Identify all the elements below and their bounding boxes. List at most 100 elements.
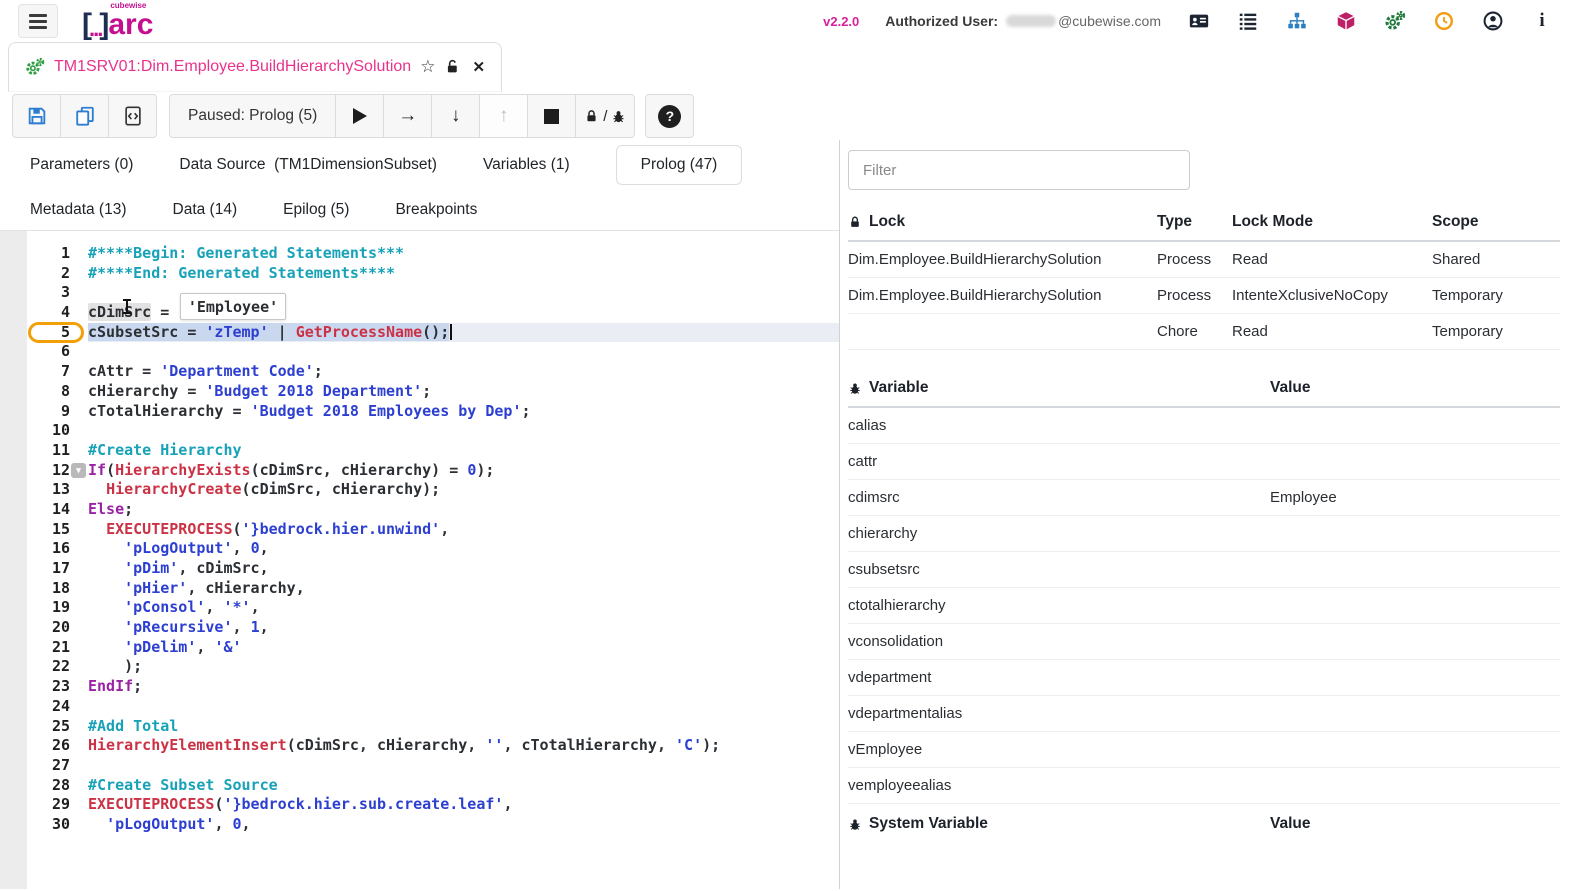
line-number[interactable]: 18 — [0, 579, 88, 599]
code-line[interactable]: 13 HierarchyCreate(cDimSrc, cHierarchy); — [0, 480, 839, 500]
list-icon[interactable] — [1236, 9, 1260, 33]
line-number[interactable]: 15 — [0, 520, 88, 540]
line-number[interactable]: 13 — [0, 480, 88, 500]
cube-icon[interactable] — [1334, 9, 1358, 33]
line-number[interactable]: 2 — [0, 264, 88, 284]
id-card-icon[interactable] — [1187, 9, 1211, 33]
code-text[interactable]: cSubsetSrc = 'zTemp' | GetProcessName(); — [88, 323, 839, 343]
tab-breakpoints[interactable]: Breakpoints — [395, 201, 477, 219]
sitemap-icon[interactable] — [1285, 9, 1309, 33]
code-line[interactable]: 30 'pLogOutput', 0, — [0, 815, 839, 835]
code-line[interactable]: 5cSubsetSrc = 'zTemp' | GetProcessName()… — [0, 323, 839, 343]
code-text[interactable]: #Add Total — [88, 717, 839, 737]
code-line[interactable]: 26HierarchyElementInsert(cDimSrc, cHiera… — [0, 736, 839, 756]
tab-epilog[interactable]: Epilog (5) — [283, 201, 349, 219]
code-line[interactable]: 20 'pRecursive', 1, — [0, 618, 839, 638]
code-text[interactable]: HierarchyElementInsert(cDimSrc, cHierarc… — [88, 736, 839, 756]
tab-parameters[interactable]: Parameters (0) — [30, 156, 133, 174]
line-number[interactable]: 7 — [0, 362, 88, 382]
line-number[interactable]: 3 — [0, 283, 88, 303]
code-line[interactable]: 24 — [0, 697, 839, 717]
tab-data[interactable]: Data (14) — [173, 201, 238, 219]
close-tab-icon[interactable]: ✕ — [472, 58, 485, 76]
stop-button[interactable] — [527, 94, 576, 138]
table-row[interactable]: cdimsrcEmployee — [848, 480, 1560, 516]
code-text[interactable]: EXECUTEPROCESS('}bedrock.hier.sub.create… — [88, 795, 839, 815]
code-text[interactable]: cTotalHierarchy = 'Budget 2018 Employees… — [88, 402, 839, 422]
table-row[interactable]: vdepartment — [848, 660, 1560, 696]
code-line[interactable]: 22 ); — [0, 657, 839, 677]
line-number[interactable]: 4 — [0, 303, 88, 323]
line-number[interactable]: 10 — [0, 421, 88, 441]
line-number[interactable]: 23 — [0, 677, 88, 697]
favorite-star-icon[interactable]: ☆ — [420, 57, 435, 77]
table-row[interactable]: cattr — [848, 444, 1560, 480]
code-text[interactable]: #****Begin: Generated Statements*** — [88, 244, 839, 264]
filter-input[interactable] — [848, 150, 1190, 190]
line-number[interactable]: 25 — [0, 717, 88, 737]
code-text[interactable]: HierarchyCreate(cDimSrc, cHierarchy); — [88, 480, 839, 500]
line-number[interactable]: 14 — [0, 500, 88, 520]
code-line[interactable]: 18 'pHier', cHierarchy, — [0, 579, 839, 599]
table-row[interactable]: chierarchy — [848, 516, 1560, 552]
table-row[interactable]: vemployeealias — [848, 768, 1560, 804]
code-text[interactable]: 'pDelim', '&' — [88, 638, 839, 658]
code-line[interactable]: 16 'pLogOutput', 0, — [0, 539, 839, 559]
table-row[interactable]: calias — [848, 408, 1560, 444]
code-line[interactable]: 6 — [0, 342, 839, 362]
code-text[interactable]: 'pRecursive', 1, — [88, 618, 839, 638]
code-line[interactable]: 28#Create Subset Source — [0, 776, 839, 796]
code-text[interactable] — [88, 756, 839, 776]
code-text[interactable]: Else; — [88, 500, 839, 520]
code-text[interactable]: 'pLogOutput', 0, — [88, 539, 839, 559]
table-row[interactable]: vconsolidation — [848, 624, 1560, 660]
code-text[interactable]: #Create Subset Source — [88, 776, 839, 796]
code-line[interactable]: 23EndIf; — [0, 677, 839, 697]
step-into-button[interactable]: ↓ — [431, 94, 480, 138]
line-number[interactable]: 26 — [0, 736, 88, 756]
line-number[interactable]: 29 — [0, 795, 88, 815]
code-text[interactable]: 'pDim', cDimSrc, — [88, 559, 839, 579]
code-text[interactable]: 'pHier', cHierarchy, — [88, 579, 839, 599]
code-text[interactable]: If(HierarchyExists(cDimSrc, cHierarchy) … — [88, 461, 839, 481]
code-text[interactable] — [88, 342, 839, 362]
code-line[interactable]: 19 'pConsol', '*', — [0, 598, 839, 618]
step-over-button[interactable]: → — [383, 94, 432, 138]
line-number[interactable]: 30 — [0, 815, 88, 835]
code-line[interactable]: 2#****End: Generated Statements**** — [0, 264, 839, 284]
line-number[interactable]: 27 — [0, 756, 88, 776]
code-line[interactable]: 7cAttr = 'Department Code'; — [0, 362, 839, 382]
code-text[interactable]: #Create Hierarchy — [88, 441, 839, 461]
info-icon[interactable]: i — [1530, 9, 1554, 33]
lock-debug-button[interactable]: / — [575, 94, 635, 138]
line-number[interactable]: 1 — [0, 244, 88, 264]
tab-variables[interactable]: Variables (1) — [483, 156, 570, 174]
unlock-icon[interactable] — [444, 59, 461, 76]
line-number[interactable]: 20 — [0, 618, 88, 638]
line-number[interactable]: 28 — [0, 776, 88, 796]
code-line[interactable]: 12▾If(HierarchyExists(cDimSrc, cHierarch… — [0, 461, 839, 481]
tab-metadata[interactable]: Metadata (13) — [30, 201, 127, 219]
code-text[interactable]: cHierarchy = 'Budget 2018 Department'; — [88, 382, 839, 402]
code-text[interactable]: ); — [88, 657, 839, 677]
code-line[interactable]: 8cHierarchy = 'Budget 2018 Department'; — [0, 382, 839, 402]
table-row[interactable]: Dim.Employee.BuildHierarchySolutionProce… — [848, 278, 1560, 314]
code-line[interactable]: 9cTotalHierarchy = 'Budget 2018 Employee… — [0, 402, 839, 422]
code-text[interactable] — [88, 697, 839, 717]
line-number[interactable]: 24 — [0, 697, 88, 717]
code-line[interactable]: 11#Create Hierarchy — [0, 441, 839, 461]
line-number[interactable]: 8 — [0, 382, 88, 402]
save-button[interactable] — [12, 94, 61, 138]
document-tab[interactable]: TM1SRV01:Dim.Employee.BuildHierarchySolu… — [8, 42, 502, 92]
code-view-button[interactable] — [108, 94, 157, 138]
code-text[interactable]: #****End: Generated Statements**** — [88, 264, 839, 284]
code-line[interactable]: 21 'pDelim', '&' — [0, 638, 839, 658]
line-number[interactable]: 19 — [0, 598, 88, 618]
code-line[interactable]: 29EXECUTEPROCESS('}bedrock.hier.sub.crea… — [0, 795, 839, 815]
code-text[interactable]: cAttr = 'Department Code'; — [88, 362, 839, 382]
code-line[interactable]: 17 'pDim', cDimSrc, — [0, 559, 839, 579]
user-icon[interactable] — [1481, 9, 1505, 33]
fold-marker-icon[interactable]: ▾ — [71, 463, 86, 478]
code-text[interactable]: EXECUTEPROCESS('}bedrock.hier.unwind', — [88, 520, 839, 540]
continue-button[interactable] — [335, 94, 384, 138]
